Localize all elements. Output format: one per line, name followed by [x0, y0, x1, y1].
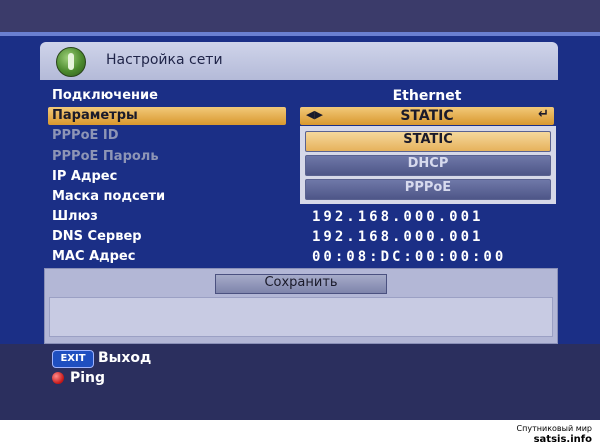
page-title: Настройка сети	[106, 52, 223, 68]
label-ip-address[interactable]: IP Адрес	[52, 169, 117, 184]
top-divider	[0, 32, 600, 36]
mac-value: 00:08:DC:00:00:00	[312, 249, 507, 265]
label-pppoe-password: PPPoE Пароль	[52, 149, 159, 164]
watermark-line2: satsis.info	[533, 434, 592, 445]
label-params[interactable]: Параметры	[52, 108, 138, 123]
tv-screen: Настройка сети Подключение Параметры PPP…	[0, 0, 600, 420]
watermark-line1: Спутниковый мир	[516, 424, 592, 433]
save-panel: Сохранить	[44, 268, 558, 344]
label-pppoe-id: PPPoE ID	[52, 128, 119, 143]
top-band	[0, 0, 600, 32]
connection-value[interactable]: Ethernet	[300, 88, 554, 104]
info-icon-mark	[68, 53, 74, 70]
dropdown-option-dhcp[interactable]: DHCP	[305, 155, 551, 176]
params-value: STATIC	[400, 108, 454, 124]
info-icon	[56, 47, 86, 77]
message-area	[49, 297, 553, 337]
save-button[interactable]: Сохранить	[215, 274, 387, 294]
dropdown-option-static[interactable]: STATIC	[305, 131, 551, 152]
gateway-value[interactable]: 192.168.000.001	[312, 209, 483, 225]
exit-label: Выход	[98, 350, 152, 366]
label-connection[interactable]: Подключение	[52, 88, 158, 103]
dropdown-option-pppoe[interactable]: PPPoE	[305, 179, 551, 200]
red-button-icon[interactable]	[52, 372, 64, 384]
label-gateway[interactable]: Шлюз	[52, 209, 98, 224]
dns-value[interactable]: 192.168.000.001	[312, 229, 483, 245]
params-select[interactable]: ◀▶ STATIC ↵	[300, 107, 554, 125]
params-dropdown: STATIC DHCP PPPoE	[300, 126, 556, 204]
label-dns[interactable]: DNS Сервер	[52, 229, 142, 244]
exit-key-icon[interactable]: EXIT	[52, 350, 94, 368]
enter-icon: ↵	[538, 107, 549, 122]
ping-label: Ping	[70, 370, 106, 386]
title-bar: Настройка сети	[40, 42, 558, 80]
label-subnet-mask[interactable]: Маска подсети	[52, 189, 165, 204]
label-mac[interactable]: MAC Адрес	[52, 249, 135, 264]
